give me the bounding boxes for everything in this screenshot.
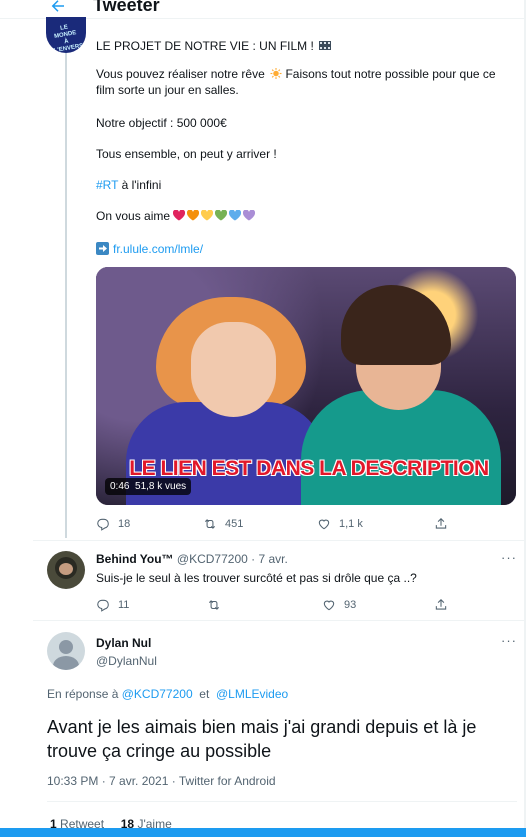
divider: [33, 620, 526, 621]
reply-like-button[interactable]: 93: [322, 597, 356, 613]
reply-reply-button[interactable]: 11: [96, 597, 129, 613]
like-icon: [323, 600, 335, 611]
video-player[interactable]: LE LIEN EST DANS LA DESCRIPTION 0:46 51,…: [96, 267, 516, 505]
more-icon[interactable]: ···: [501, 633, 517, 648]
replying-to-user-2[interactable]: @LMLEvideo: [216, 687, 288, 701]
hashtag-rest-text: à l'infini: [118, 178, 162, 192]
tweet-link-line: fr.ulule.com/lmle/: [96, 241, 516, 257]
heart-icon: [215, 209, 228, 221]
reply-count: 18: [118, 518, 131, 530]
reply-button[interactable]: 18: [96, 516, 130, 532]
replying-to-label: En réponse à: [47, 687, 119, 701]
video-views: 51,8 k vues: [135, 481, 187, 492]
tweet-together: Tous ensemble, on peut y arriver !: [96, 147, 277, 161]
tweet-dream-text-2: Faisons tout notre possible pour que ce: [285, 67, 496, 81]
like-button[interactable]: 1,1 k: [317, 516, 363, 532]
focus-author-avatar[interactable]: [47, 632, 85, 670]
back-arrow-icon[interactable]: [49, 0, 67, 15]
avatar-logo: LE MONDE À L'ENVERS: [53, 24, 84, 53]
bottom-bar: [0, 828, 526, 837]
sun-icon: [270, 68, 282, 79]
reply-author-name[interactable]: Behind You™: [96, 552, 174, 566]
reply-like-count: 93: [344, 599, 357, 611]
replying-to-user-1[interactable]: @KCD77200: [122, 687, 193, 701]
main-tweet-actions: 18 451 1,1 k: [96, 516, 516, 532]
heart-icon: [243, 209, 256, 221]
hashtag-link[interactable]: #RT: [96, 178, 118, 192]
divider: [33, 540, 526, 541]
film-icon: [319, 41, 332, 50]
tweet-dream-text: Vous pouvez réaliser notre rêve: [96, 67, 265, 81]
heart-icon: [229, 209, 242, 221]
tweet-line-title: LE PROJET DE NOTRE VIE : UN FILM !: [96, 38, 516, 54]
reply-icon: [97, 599, 109, 612]
share-icon: [435, 599, 447, 610]
reply-retweet-button[interactable]: [207, 597, 221, 613]
author-avatar[interactable]: LE MONDE À L'ENVERS: [46, 17, 86, 53]
retweet-icon: [204, 519, 216, 529]
thread-line: [65, 53, 67, 538]
retweet-count: 451: [225, 518, 244, 530]
like-count: 1,1 k: [339, 518, 363, 530]
tweet-dream-text-3: film sorte un jour en salles.: [96, 83, 239, 97]
reply-share-button[interactable]: [434, 597, 448, 613]
heart-icon: [201, 209, 214, 221]
focus-tweet-text: Avant je les aimais bien mais j'ai grand…: [47, 717, 477, 761]
focus-tweet-timestamp[interactable]: 10:33 PM · 7 avr. 2021 · Twitter for And…: [47, 774, 276, 788]
page-title: Tweeter: [93, 0, 160, 15]
love-text: On vous aime: [96, 209, 171, 223]
retweet-button[interactable]: 451: [203, 516, 243, 532]
reply-reply-count: 11: [118, 599, 130, 611]
tweet-goal: Notre objectif : 500 000€: [96, 116, 227, 130]
video-duration: 0:46: [110, 481, 130, 492]
reply-author-avatar[interactable]: [47, 551, 85, 589]
tweet-love-line: On vous aime: [96, 208, 516, 224]
heart-icon: [173, 209, 186, 221]
tweet-title-text: LE PROJET DE NOTRE VIE : UN FILM !: [96, 39, 314, 53]
focus-author-handle[interactable]: @DylanNul: [96, 654, 157, 668]
reply-author-handle[interactable]: @KCD77200: [177, 552, 248, 566]
hearts-row: [173, 209, 257, 223]
video-duration-badge: 0:46 51,8 k vues: [105, 478, 192, 495]
external-link[interactable]: fr.ulule.com/lmle/: [113, 242, 203, 256]
reply-date[interactable]: · 7 avr.: [251, 552, 288, 566]
share-icon: [435, 518, 447, 529]
share-button[interactable]: [434, 516, 448, 532]
reply-icon: [97, 518, 109, 531]
reply-actions: 11 93: [96, 597, 516, 613]
divider: [47, 801, 517, 802]
heart-icon: [187, 209, 200, 221]
like-icon: [318, 519, 330, 530]
arrow-right-icon: [96, 242, 109, 255]
focus-author-name[interactable]: Dylan Nul: [96, 636, 151, 650]
replying-to-line: En réponse à @KCD77200 et @LMLEvideo: [47, 687, 288, 701]
replying-to-and: et: [199, 687, 210, 701]
tweet-hashtag-line: #RT à l'infini: [96, 177, 516, 193]
reply-text: Suis-je le seul à les trouver surcôté et…: [96, 571, 417, 585]
retweet-icon: [208, 600, 220, 610]
more-icon[interactable]: ···: [501, 550, 517, 565]
reply-author-line: Behind You™ @KCD77200 · 7 avr.: [96, 552, 288, 566]
tweet-paragraph-dream: Vous pouvez réaliser notre rêve Faisons …: [96, 66, 516, 98]
